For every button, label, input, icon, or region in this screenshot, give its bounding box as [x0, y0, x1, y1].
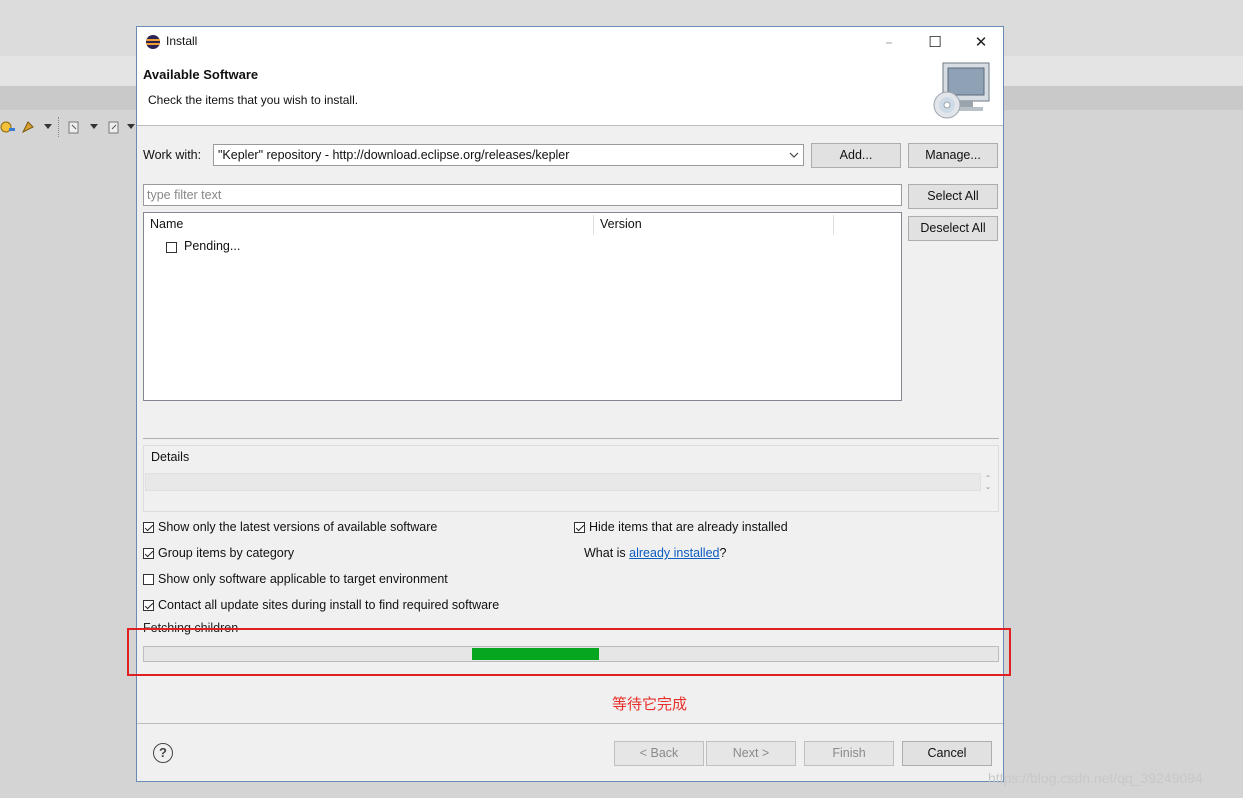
- column-header-name[interactable]: Name: [144, 213, 594, 236]
- column-header-version[interactable]: Version: [594, 213, 834, 236]
- details-text: [145, 473, 981, 491]
- group-by-category-checkbox[interactable]: [143, 548, 154, 559]
- toolbar-dropdown-icon[interactable]: [90, 124, 98, 129]
- select-all-button[interactable]: Select All: [908, 184, 998, 209]
- latest-versions-label: Show only the latest versions of availab…: [158, 520, 438, 534]
- toolbar-prev-annotation-icon[interactable]: [106, 119, 122, 135]
- eclipse-logo-icon: [146, 35, 160, 49]
- work-with-label: Work with:: [143, 148, 202, 162]
- maximize-button[interactable]: ☐: [912, 27, 958, 57]
- page-subtitle: Check the items that you wish to install…: [148, 93, 359, 107]
- toolbar-dropdown-icon[interactable]: [44, 124, 52, 129]
- toolbar-separator: [58, 117, 60, 137]
- section-divider: [143, 438, 999, 439]
- hide-installed-label: Hide items that are already installed: [589, 520, 788, 534]
- hide-installed-checkbox[interactable]: [574, 522, 585, 533]
- deselect-all-button[interactable]: Deselect All: [908, 216, 998, 241]
- group-by-category-label: Group items by category: [158, 546, 295, 560]
- help-icon[interactable]: ?: [153, 743, 173, 763]
- target-environment-label: Show only software applicable to target …: [158, 572, 448, 586]
- annotation-text: 等待它完成: [612, 695, 688, 713]
- header-banner: Available Software Check the items that …: [137, 57, 1003, 126]
- software-table[interactable]: Name Version Pending...: [143, 212, 902, 401]
- window-title: Install: [166, 34, 198, 48]
- target-environment-checkbox[interactable]: [143, 574, 154, 585]
- toolbar-next-annotation-icon[interactable]: [66, 119, 82, 135]
- installed-info: What is already installed?: [584, 546, 726, 560]
- page-title: Available Software: [143, 67, 259, 82]
- row-name: Pending...: [184, 239, 241, 253]
- install-computer-icon: [933, 62, 990, 119]
- installed-info-suffix: ?: [719, 546, 727, 560]
- work-with-value: "Kepler" repository - http://download.ec…: [218, 148, 570, 162]
- column-divider[interactable]: [833, 215, 834, 235]
- title-bar: Install – ☐ ✕: [137, 27, 1003, 57]
- close-button[interactable]: ✕: [958, 27, 1004, 57]
- contact-update-sites-label: Contact all update sites during install …: [158, 598, 500, 612]
- contact-update-sites-checkbox[interactable]: [143, 600, 154, 611]
- annotation-highlight-box: [127, 628, 1011, 676]
- add-button[interactable]: Add...: [811, 143, 901, 168]
- details-label: Details: [151, 450, 190, 464]
- next-button[interactable]: Next >: [706, 741, 796, 766]
- watermark: https://blog.csdn.net/qq_39249094: [988, 770, 1203, 786]
- toolbar-run-icon[interactable]: [20, 119, 36, 135]
- row-checkbox[interactable]: [166, 242, 177, 253]
- work-with-combo[interactable]: "Kepler" repository - http://download.ec…: [213, 144, 804, 166]
- installed-info-prefix: What is: [584, 546, 630, 560]
- manage-button[interactable]: Manage...: [908, 143, 998, 168]
- chevron-down-icon: [789, 152, 799, 158]
- details-scroll-arrows[interactable]: ⌃ ⌄: [983, 475, 993, 491]
- finish-button[interactable]: Finish: [804, 741, 894, 766]
- already-installed-link[interactable]: already installed: [629, 546, 719, 560]
- back-button[interactable]: < Back: [614, 741, 704, 766]
- cancel-button[interactable]: Cancel: [902, 741, 992, 766]
- toolbar-dropdown-icon[interactable]: [127, 124, 135, 129]
- toolbar-search-icon[interactable]: [0, 119, 16, 135]
- latest-versions-checkbox[interactable]: [143, 522, 154, 533]
- minimize-button[interactable]: –: [866, 27, 912, 57]
- filter-input[interactable]: type filter text: [143, 184, 902, 206]
